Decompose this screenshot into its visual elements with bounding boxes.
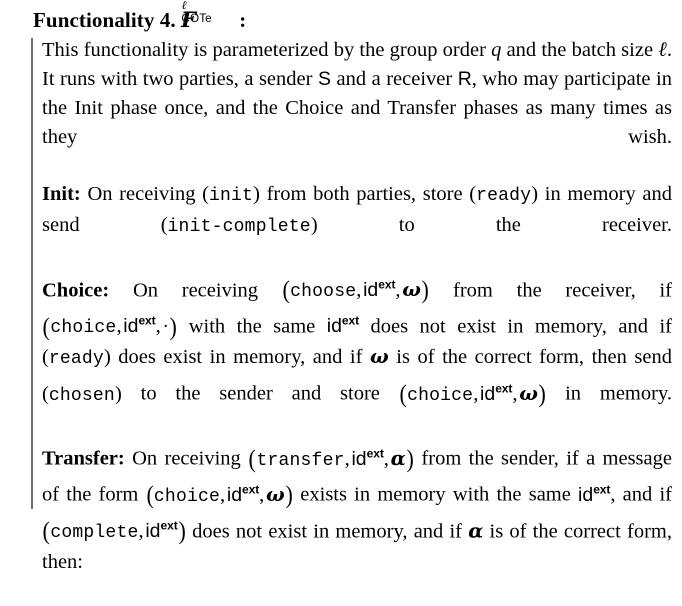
symbol-alpha: α — [468, 519, 484, 543]
identifier-id-ext: idext — [351, 446, 384, 470]
label-transfer: Transfer: — [42, 447, 125, 470]
symbol-omega: ω — [402, 278, 421, 302]
transfer-text-d: , and if — [610, 483, 672, 506]
token-ready: ready — [48, 349, 104, 370]
identifier-id-ext: idext — [363, 277, 396, 302]
choice-text-f: is of the correct form, then send — [388, 346, 672, 369]
transfer-text-a: On receiving — [132, 447, 249, 470]
left-vertical-rule — [31, 38, 33, 510]
identifier-id-ext: idext — [145, 518, 178, 543]
token-choice: choice — [407, 385, 474, 406]
symbol-ell: ℓ — [658, 39, 667, 62]
functionality-symbol: Fℓ COTe — [181, 0, 239, 34]
identifier-id-ext: idext — [578, 482, 611, 506]
token-choice: choice — [50, 318, 117, 339]
intro-text-b: and the batch size — [501, 39, 659, 62]
body-block: This functionality is parameterized by t… — [30, 36, 672, 605]
choice-text-g: to the sender and store — [121, 382, 399, 405]
symbol-cdot: · — [162, 316, 169, 338]
symbol-omega: ω — [369, 345, 389, 369]
choice-text-a: On receiving — [132, 279, 282, 302]
intro-text-a: This functionality is parameterized by t… — [42, 39, 492, 62]
choice-text-d: does not exist in memory, and if — [359, 315, 672, 338]
token-init: init — [208, 186, 254, 207]
init-text-d: to the receiver. — [317, 214, 672, 237]
party-sender: S — [317, 68, 331, 91]
token-transfer: transfer — [256, 450, 345, 471]
paragraph-init: Init: On receiving (init) from both part… — [42, 183, 673, 238]
token-chosen: chosen — [48, 385, 115, 406]
title-colon: : — [239, 8, 247, 32]
functionality-title-label: Functionality 4. — [33, 8, 176, 32]
choice-text-e: does exist in memory, and if — [110, 346, 370, 369]
intro-text-d: and a receiver — [330, 68, 458, 91]
choice-text-h: in memory. — [546, 382, 672, 405]
symbol-q: q — [491, 39, 502, 62]
choice-text-c: with the same — [177, 315, 327, 338]
label-choice: Choice: — [42, 279, 110, 302]
paragraph-transfer: Transfer: On receiving (transfer, idext,… — [42, 445, 672, 573]
token-choose: choose — [290, 282, 357, 303]
paragraph-intro: This functionality is parameterized by t… — [42, 36, 672, 180]
token-choice: choice — [153, 486, 221, 507]
functionality-title: Functionality 4. Fℓ COTe: — [33, 0, 672, 34]
transfer-text-e: does not exist in memory, and if — [185, 520, 469, 543]
party-receiver: R — [457, 68, 472, 91]
identifier-id-ext: idext — [226, 482, 260, 506]
choice-text-b: from the receiver, if — [429, 279, 673, 302]
symbol-alpha: α — [390, 446, 406, 470]
symbol-omega: ω — [266, 482, 285, 506]
symbol-subscript: COTe — [181, 11, 212, 25]
label-init: Init: — [42, 183, 81, 206]
token-complete: complete — [50, 523, 139, 544]
identifier-id-ext: idext — [123, 314, 156, 338]
transfer-text-c: exists in memory with the same — [293, 483, 579, 506]
token-init-complete: init-complete — [167, 217, 311, 238]
symbol-omega: ω — [519, 381, 538, 405]
paragraph-choice: Choice: On receiving (choose, idext, ω) … — [42, 277, 673, 408]
functionality-box: Functionality 4. Fℓ COTe: This functional… — [0, 0, 682, 573]
init-text-b: from both parties, store — [259, 183, 470, 206]
token-ready: ready — [476, 186, 532, 207]
identifier-id-ext: idext — [480, 381, 513, 405]
identifier-id-ext: idext — [326, 314, 360, 338]
init-text-a: On receiving — [87, 183, 203, 206]
